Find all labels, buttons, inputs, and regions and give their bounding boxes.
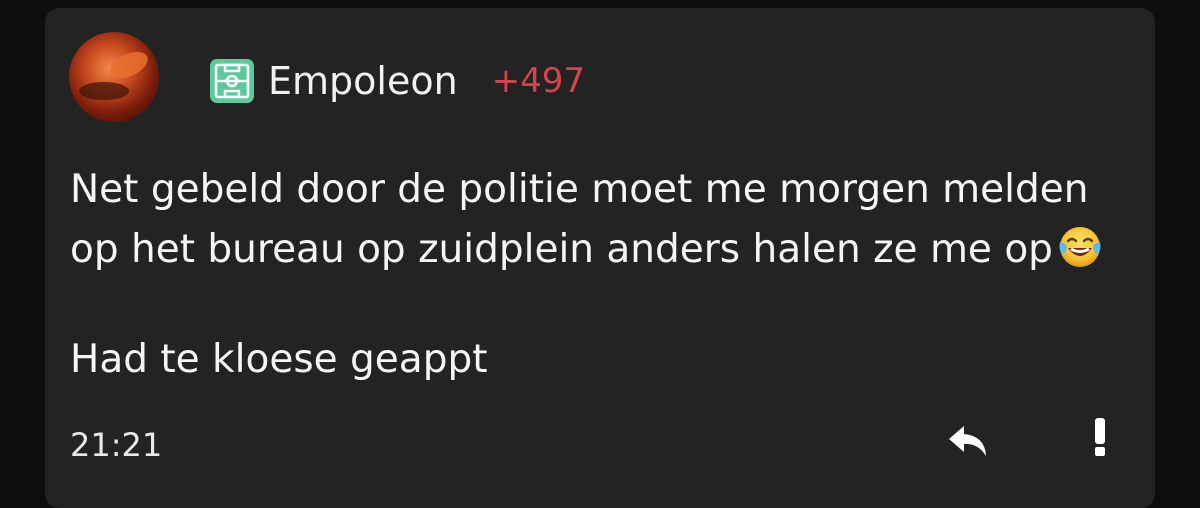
- avatar-shadow: [79, 82, 129, 100]
- reply-icon: [949, 426, 986, 456]
- comment-timestamp: 21:21: [70, 426, 163, 464]
- comment-text-line: Had te kloese geappt: [70, 337, 488, 382]
- avatar-highlight: [106, 46, 152, 84]
- comment-card: Empoleon +497 Net gebeld door de politie…: [45, 8, 1155, 508]
- comment-paragraph: Had te kloese geappt: [70, 330, 1140, 390]
- soccer-field-icon: [210, 59, 254, 103]
- reply-button[interactable]: [943, 416, 995, 466]
- comment-header: Empoleon +497: [208, 56, 585, 106]
- exclamation-icon: [1095, 418, 1105, 456]
- author-name[interactable]: Empoleon: [268, 59, 458, 103]
- comment-body: Net gebeld door de politie moet me morge…: [70, 160, 1140, 390]
- face-with-tears-of-joy-icon: [1059, 227, 1101, 267]
- comment-text-line: Net gebeld door de politie moet me morge…: [70, 167, 1089, 272]
- karma-score: +497: [491, 61, 586, 101]
- avatar[interactable]: [69, 32, 159, 122]
- report-button[interactable]: [1083, 412, 1117, 462]
- comment-paragraph: Net gebeld door de politie moet me morge…: [70, 160, 1140, 280]
